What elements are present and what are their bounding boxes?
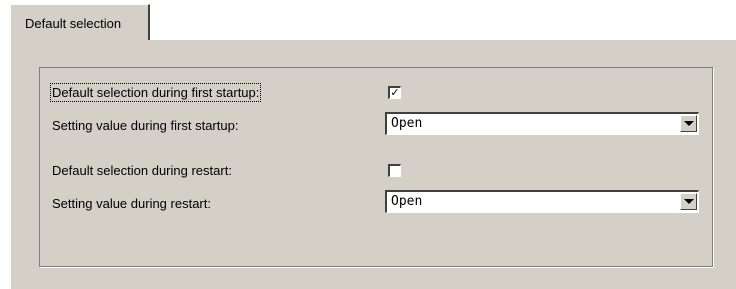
first-startup-default-label: Default selection during first startup: — [49, 83, 262, 102]
restart-setting-label: Setting value during restart: — [52, 196, 211, 211]
restart-default-checkbox[interactable] — [388, 164, 401, 177]
restart-dropdown-button[interactable] — [680, 193, 697, 210]
first-startup-setting-value: Open — [391, 116, 423, 131]
settings-group: Default selection during first startup: … — [39, 67, 713, 267]
checkmark-icon: ✓ — [390, 86, 400, 99]
restart-setting-combobox[interactable]: Open — [385, 190, 699, 213]
chevron-down-icon — [684, 199, 694, 204]
first-startup-default-checkbox[interactable]: ✓ — [388, 86, 401, 99]
restart-setting-value: Open — [391, 194, 423, 209]
tab-default-selection[interactable]: Default selection — [10, 4, 150, 40]
tab-panel: Default selection during first startup: … — [10, 39, 736, 289]
chevron-down-icon — [684, 121, 694, 126]
first-startup-setting-combobox[interactable]: Open — [385, 112, 699, 135]
restart-default-label: Default selection during restart: — [52, 163, 232, 178]
first-startup-dropdown-button[interactable] — [680, 115, 697, 132]
tab-label: Default selection — [25, 16, 122, 31]
first-startup-setting-label: Setting value during first startup: — [52, 118, 239, 133]
